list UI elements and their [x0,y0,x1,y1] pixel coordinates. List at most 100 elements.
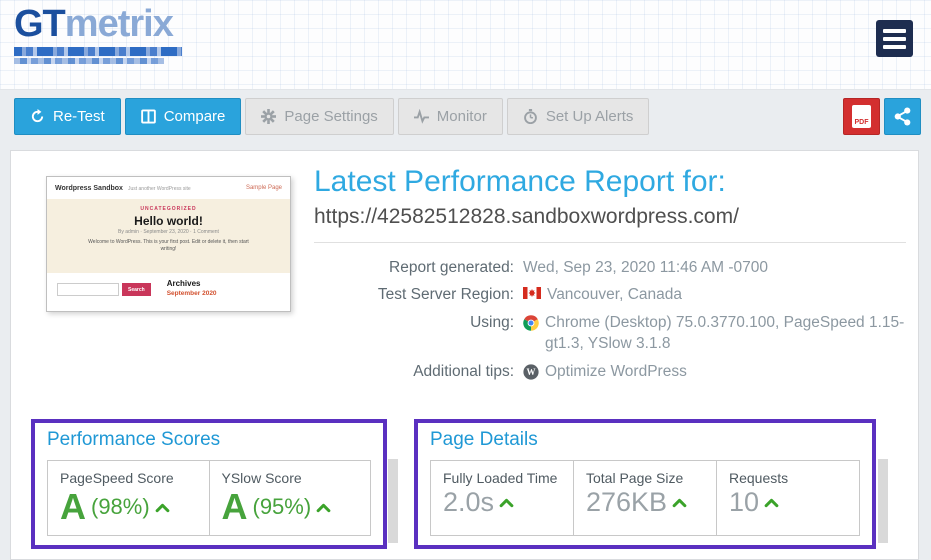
thumb-post-title: Hello world! [47,214,290,228]
detail-value-using: Chrome (Desktop) 75.0.3770.100, PageSpee… [523,313,918,355]
chrome-icon [523,315,539,331]
site-header: GTmetrix [0,0,931,90]
page-screenshot-thumbnail[interactable]: Wordpress Sandbox Just another WordPress… [46,176,291,312]
report-card: Wordpress Sandbox Just another WordPress… [10,150,919,560]
thumb-search-input [57,283,119,296]
logo-pixel-strip [14,47,182,56]
thumb-search-button: Search [122,283,151,296]
detail-label-report-generated: Report generated: [314,258,514,279]
pdf-icon: PDF [852,105,871,128]
report-url: https://42582512828.sandboxwordpress.com… [314,205,906,229]
requests-label: Requests [729,470,847,486]
table-edge-strip [388,459,398,543]
page-details-title: Page Details [430,429,860,451]
detail-label-test-server-region: Test Server Region: [314,285,514,306]
share-button[interactable] [884,98,921,135]
thumb-post-area: UNCATEGORIZED Hello world! By admin · Se… [47,199,290,273]
yslow-score-value: A (95%) [222,489,359,525]
detail-label-additional-tips: Additional tips: [314,362,514,383]
page-settings-button[interactable]: Page Settings [245,98,393,135]
share-icon [893,107,912,126]
retest-label: Re-Test [53,108,105,125]
report-title: Latest Performance Report for: [314,165,906,200]
divider [314,242,906,243]
page-settings-label: Page Settings [284,108,377,125]
refresh-icon [30,109,45,124]
trend-up-icon [764,497,779,508]
thumb-archives-heading: Archives [167,279,217,288]
canada-flag-icon [523,287,541,299]
report-head: Latest Performance Report for: https://4… [314,165,906,383]
gtmetrix-report-page: GTmetrix Re-Test Compare [0,0,931,560]
thumb-site-header: Wordpress Sandbox Just another WordPress… [47,177,290,199]
fully-loaded-time-value: 2.0s [443,489,494,516]
compare-label: Compare [164,108,226,125]
wordpress-letter: W [527,367,536,377]
requests-value-row: 10 [729,489,847,516]
yslow-score-label: YSlow Score [222,470,359,486]
detail-value-report-generated: Wed, Sep 23, 2020 11:46 AM -0700 [523,258,918,279]
table-edge-strip [878,459,888,543]
detail-value-additional-tips: W Optimize WordPress [523,362,918,383]
hamburger-bar [883,29,906,33]
wordpress-icon: W [523,364,539,380]
set-up-alerts-button[interactable]: Set Up Alerts [507,98,650,135]
thumb-post-meta: By admin · September 23, 2020 · 1 Commen… [47,229,290,235]
pagespeed-score-label: PageSpeed Score [60,470,197,486]
performance-scores-title: Performance Scores [47,429,371,451]
hamburger-menu-button[interactable] [876,20,913,57]
trend-up-icon [499,497,514,508]
trend-up-icon [316,502,331,513]
pulse-icon [414,109,429,124]
thumb-nav-link: Sample Page [246,185,282,191]
compare-icon [141,109,156,124]
logo-pixel-strip-2 [14,58,164,64]
hamburger-bar [883,45,906,49]
toolbar: Re-Test Compare Page Se [14,97,921,135]
yslow-score-cell: YSlow Score A (95%) [210,461,371,535]
logo-text: GTmetrix [14,3,173,45]
compare-button[interactable]: Compare [125,98,242,135]
performance-scores-table: PageSpeed Score A (98%) YSlow Score A (9… [47,460,371,536]
monitor-button[interactable]: Monitor [398,98,503,135]
logo-gt: GT [14,3,65,45]
pagespeed-score-cell: PageSpeed Score A (98%) [48,461,210,535]
using-value: Chrome (Desktop) 75.0.3770.100, PageSpee… [545,313,918,355]
gear-icon [261,109,276,124]
total-page-size-cell: Total Page Size 276KB [574,461,717,535]
test-server-region-value: Vancouver, Canada [547,285,682,306]
pdf-icon-label: PDF [855,119,869,126]
optimize-wordpress-link[interactable]: Optimize WordPress [545,362,687,383]
total-page-size-value: 276KB [586,489,667,516]
requests-cell: Requests 10 [717,461,859,535]
report-generated-value: Wed, Sep 23, 2020 11:46 AM -0700 [523,258,768,279]
logo-metrix: metrix [65,3,173,45]
trend-up-icon [672,497,687,508]
download-pdf-button[interactable]: PDF [843,98,880,135]
report-details: Report generated: Wed, Sep 23, 2020 11:4… [314,258,906,384]
alarm-icon [523,109,538,124]
thumb-site-tagline: Just another WordPress site [128,186,191,192]
fully-loaded-time-cell: Fully Loaded Time 2.0s [431,461,574,535]
thumb-archives-link: September 2020 [167,290,217,297]
page-details-panel: Page Details Fully Loaded Time 2.0s Tota… [414,419,876,549]
detail-value-test-server-region: Vancouver, Canada [523,285,918,306]
requests-value: 10 [729,489,759,516]
thumb-footer: Search Archives September 2020 [47,273,290,312]
trend-up-icon [155,502,170,513]
retest-button[interactable]: Re-Test [14,98,121,135]
gtmetrix-logo[interactable]: GTmetrix [14,4,182,64]
performance-scores-panel: Performance Scores PageSpeed Score A (98… [31,419,387,549]
page-details-table: Fully Loaded Time 2.0s Total Page Size 2… [430,460,860,536]
fully-loaded-time-value-row: 2.0s [443,489,561,516]
thumb-site-name: Wordpress Sandbox [55,185,123,192]
thumb-post-category: UNCATEGORIZED [47,206,290,212]
pagespeed-percent: (98%) [91,494,150,520]
detail-label-using: Using: [314,313,514,355]
pagespeed-grade: A [60,489,86,525]
set-up-alerts-label: Set Up Alerts [546,108,634,125]
yslow-percent: (95%) [253,494,312,520]
yslow-grade: A [222,489,248,525]
total-page-size-value-row: 276KB [586,489,704,516]
hamburger-bar [883,37,906,41]
